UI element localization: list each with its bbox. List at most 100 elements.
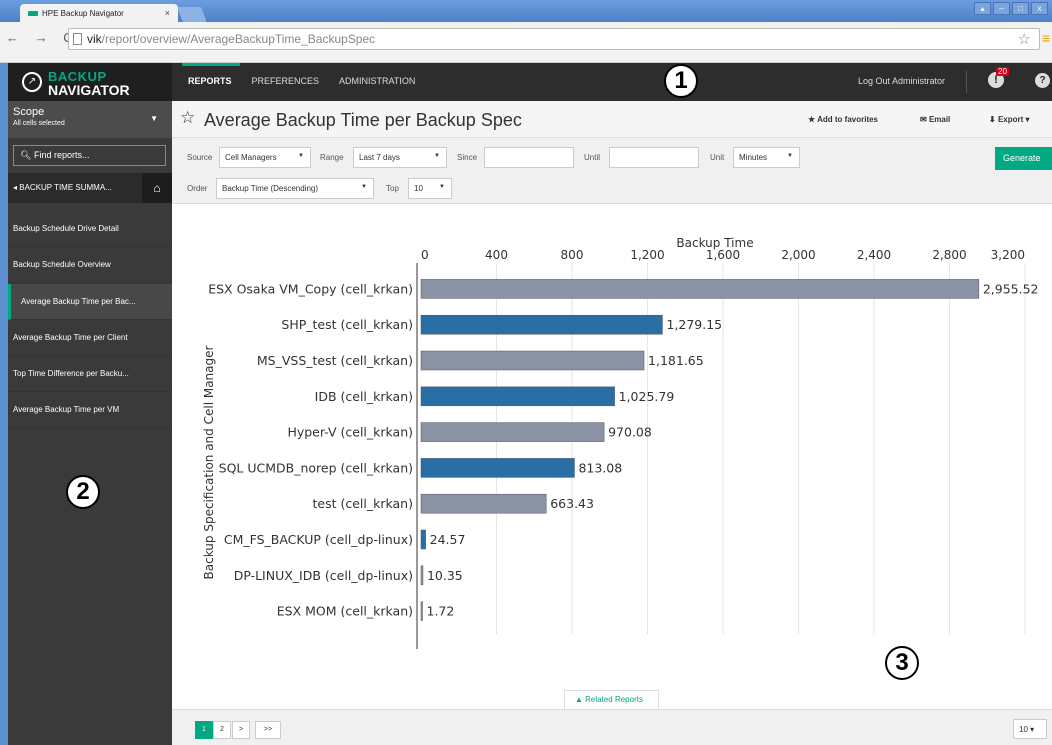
chevron-down-icon: ▼ bbox=[439, 184, 445, 190]
add-to-favorites-button[interactable]: ★ Add to favorites bbox=[808, 115, 878, 124]
maximize-icon[interactable]: □ bbox=[1012, 2, 1029, 15]
top-select[interactable]: 10 ▼ bbox=[408, 178, 452, 199]
tab-close-icon[interactable]: × bbox=[165, 8, 170, 18]
next-page-button[interactable]: > bbox=[232, 721, 250, 739]
since-input[interactable] bbox=[484, 147, 574, 168]
url-field[interactable]: vik/report/overview/AverageBackupTime_Ba… bbox=[68, 28, 1040, 50]
until-input[interactable] bbox=[609, 147, 699, 168]
page-size-value: 10 bbox=[1019, 725, 1028, 734]
bar bbox=[420, 350, 645, 371]
category-label: SQL UCMDB_norep (cell_krkan) bbox=[219, 460, 413, 475]
home-icon[interactable]: ⌂ bbox=[142, 173, 172, 203]
logo[interactable]: ↗ BACKUP NAVIGATOR bbox=[8, 63, 172, 101]
x-tick-label: 0 bbox=[421, 248, 429, 262]
pagination-bar: 1 2 > >> 10 ▾ bbox=[172, 709, 1052, 745]
generate-button[interactable]: Generate bbox=[995, 147, 1052, 170]
page-1-button[interactable]: 1 bbox=[195, 721, 213, 739]
help-icon[interactable]: ? bbox=[1035, 73, 1050, 88]
bar bbox=[420, 529, 426, 550]
chevron-down-icon: ▼ bbox=[150, 114, 158, 123]
last-page-button[interactable]: >> bbox=[255, 721, 281, 739]
address-bar-row: ← → C vik/report/overview/AverageBackupT… bbox=[0, 22, 1052, 63]
header-divider bbox=[966, 71, 967, 93]
bar bbox=[420, 314, 663, 335]
chevron-down-icon: ▼ bbox=[298, 153, 304, 159]
category-label: ESX Osaka VM_Copy (cell_krkan) bbox=[208, 281, 413, 296]
close-window-icon[interactable]: x bbox=[1031, 2, 1048, 15]
range-label: Range bbox=[320, 153, 344, 162]
sidebar-item-top-time-difference[interactable]: Top Time Difference per Backu... bbox=[8, 356, 172, 392]
browser-tab[interactable]: HPE Backup Navigator × bbox=[20, 4, 178, 23]
logout-link[interactable]: Log Out Administrator bbox=[858, 76, 945, 86]
bar bbox=[420, 422, 605, 442]
sidebar-item-avg-time-backup-spec[interactable]: Average Backup Time per Bac... bbox=[8, 284, 172, 320]
bookmark-star-icon[interactable]: ☆ bbox=[1018, 30, 1031, 48]
page-icon bbox=[73, 33, 82, 45]
value-label: 10.35 bbox=[427, 568, 463, 583]
page-size-select[interactable]: 10 ▾ bbox=[1013, 719, 1047, 739]
page-2-button[interactable]: 2 bbox=[213, 721, 231, 739]
value-label: 1,025.79 bbox=[619, 389, 675, 404]
order-select[interactable]: Backup Time (Descending) ▼ bbox=[216, 178, 374, 199]
active-nav-indicator bbox=[182, 63, 240, 66]
range-select[interactable]: Last 7 days ▼ bbox=[353, 147, 447, 168]
logo-line2: NAVIGATOR bbox=[48, 82, 130, 98]
filter-bar: Source Cell Managers ▼ Range Last 7 days ▼… bbox=[172, 138, 1052, 204]
sidebar-item-avg-time-client[interactable]: Average Backup Time per Client bbox=[8, 320, 172, 356]
scope-selector[interactable]: Scope All cells selected ▼ bbox=[8, 101, 172, 138]
order-label: Order bbox=[187, 184, 208, 193]
scope-subtitle: All cells selected bbox=[13, 120, 65, 127]
minimize-icon[interactable]: – bbox=[993, 2, 1010, 15]
x-tick-label: 3,200 bbox=[991, 248, 1025, 262]
x-tick-label: 1,200 bbox=[630, 248, 664, 262]
bar bbox=[420, 601, 423, 621]
nav-reports[interactable]: REPORTS bbox=[188, 76, 232, 86]
page-title: Average Backup Time per Backup Spec bbox=[204, 110, 522, 130]
related-reports-tab[interactable]: ▲ Related Reports bbox=[564, 690, 659, 709]
category-label: SHP_test (cell_krkan) bbox=[281, 317, 413, 332]
sidebar-item-schedule-overview[interactable]: Backup Schedule Overview bbox=[8, 247, 172, 283]
value-label: 970.08 bbox=[608, 425, 652, 440]
related-reports-label: Related Reports bbox=[585, 695, 643, 704]
order-value: Backup Time (Descending) bbox=[222, 184, 319, 193]
find-reports-input[interactable]: 🔍︎ Find reports... bbox=[13, 145, 166, 166]
y-axis-title: Backup Specification and Cell Manager bbox=[202, 345, 216, 579]
email-button[interactable]: ✉ Email bbox=[920, 115, 950, 124]
bar-chart: 0 400 800 1,200 1,600 2,000 2,400 2,800 3,200 Bac… bbox=[172, 204, 1052, 709]
category-label: test (cell_krkan) bbox=[313, 496, 413, 511]
find-reports-label: Find reports... bbox=[33, 150, 90, 160]
browser-menu-icon[interactable]: ≡ bbox=[1042, 30, 1050, 46]
chart-svg: 0 400 800 1,200 1,600 2,000 2,400 2,800 3,200 Bac… bbox=[202, 236, 1039, 649]
sidebar-item-avg-time-vm[interactable]: Average Backup Time per VM bbox=[8, 392, 172, 428]
unit-select[interactable]: Minutes ▼ bbox=[733, 147, 800, 168]
x-axis-title: Backup Time bbox=[676, 236, 753, 250]
source-select[interactable]: Cell Managers ▼ bbox=[219, 147, 311, 168]
value-label: 663.43 bbox=[550, 496, 594, 511]
nav-preferences[interactable]: PREFERENCES bbox=[252, 76, 320, 86]
category-label: DP-LINUX_IDB (cell_dp-linux) bbox=[234, 568, 413, 583]
export-button[interactable]: ⬇ Export ▾ bbox=[989, 115, 1030, 124]
scope-title: Scope bbox=[13, 106, 45, 118]
sidebar-item-drive-detail[interactable]: Backup Schedule Drive Detail bbox=[8, 211, 172, 247]
export-label: Export bbox=[997, 115, 1024, 124]
favorite-star-icon[interactable]: ☆ bbox=[180, 108, 195, 128]
range-value: Last 7 days bbox=[359, 153, 400, 162]
add-to-favorites-label: Add to favorites bbox=[817, 115, 879, 124]
category-label: IDB (cell_krkan) bbox=[315, 389, 413, 404]
sidebar-section-back[interactable]: ◂ BACKUP TIME SUMMA... ⌂ bbox=[8, 173, 172, 203]
x-tick-label: 800 bbox=[561, 248, 584, 262]
bar bbox=[420, 458, 575, 478]
until-label: Until bbox=[584, 153, 601, 162]
value-label: 24.57 bbox=[430, 532, 466, 547]
x-tick-label: 2,800 bbox=[932, 248, 966, 262]
user-icon[interactable]: ▴ bbox=[974, 2, 991, 15]
nav-administration[interactable]: ADMINISTRATION bbox=[339, 76, 415, 86]
title-bar: HPE Backup Navigator × ▴ – □ x bbox=[0, 0, 1052, 23]
value-label: 2,955.52 bbox=[983, 281, 1039, 296]
value-label: 1,181.65 bbox=[648, 353, 704, 368]
section-label: ◂ BACKUP TIME SUMMA... bbox=[13, 183, 112, 192]
value-label: 813.08 bbox=[578, 460, 622, 475]
new-tab-button[interactable] bbox=[177, 7, 207, 22]
value-label: 1,279.15 bbox=[666, 317, 722, 332]
since-label: Since bbox=[457, 153, 478, 162]
